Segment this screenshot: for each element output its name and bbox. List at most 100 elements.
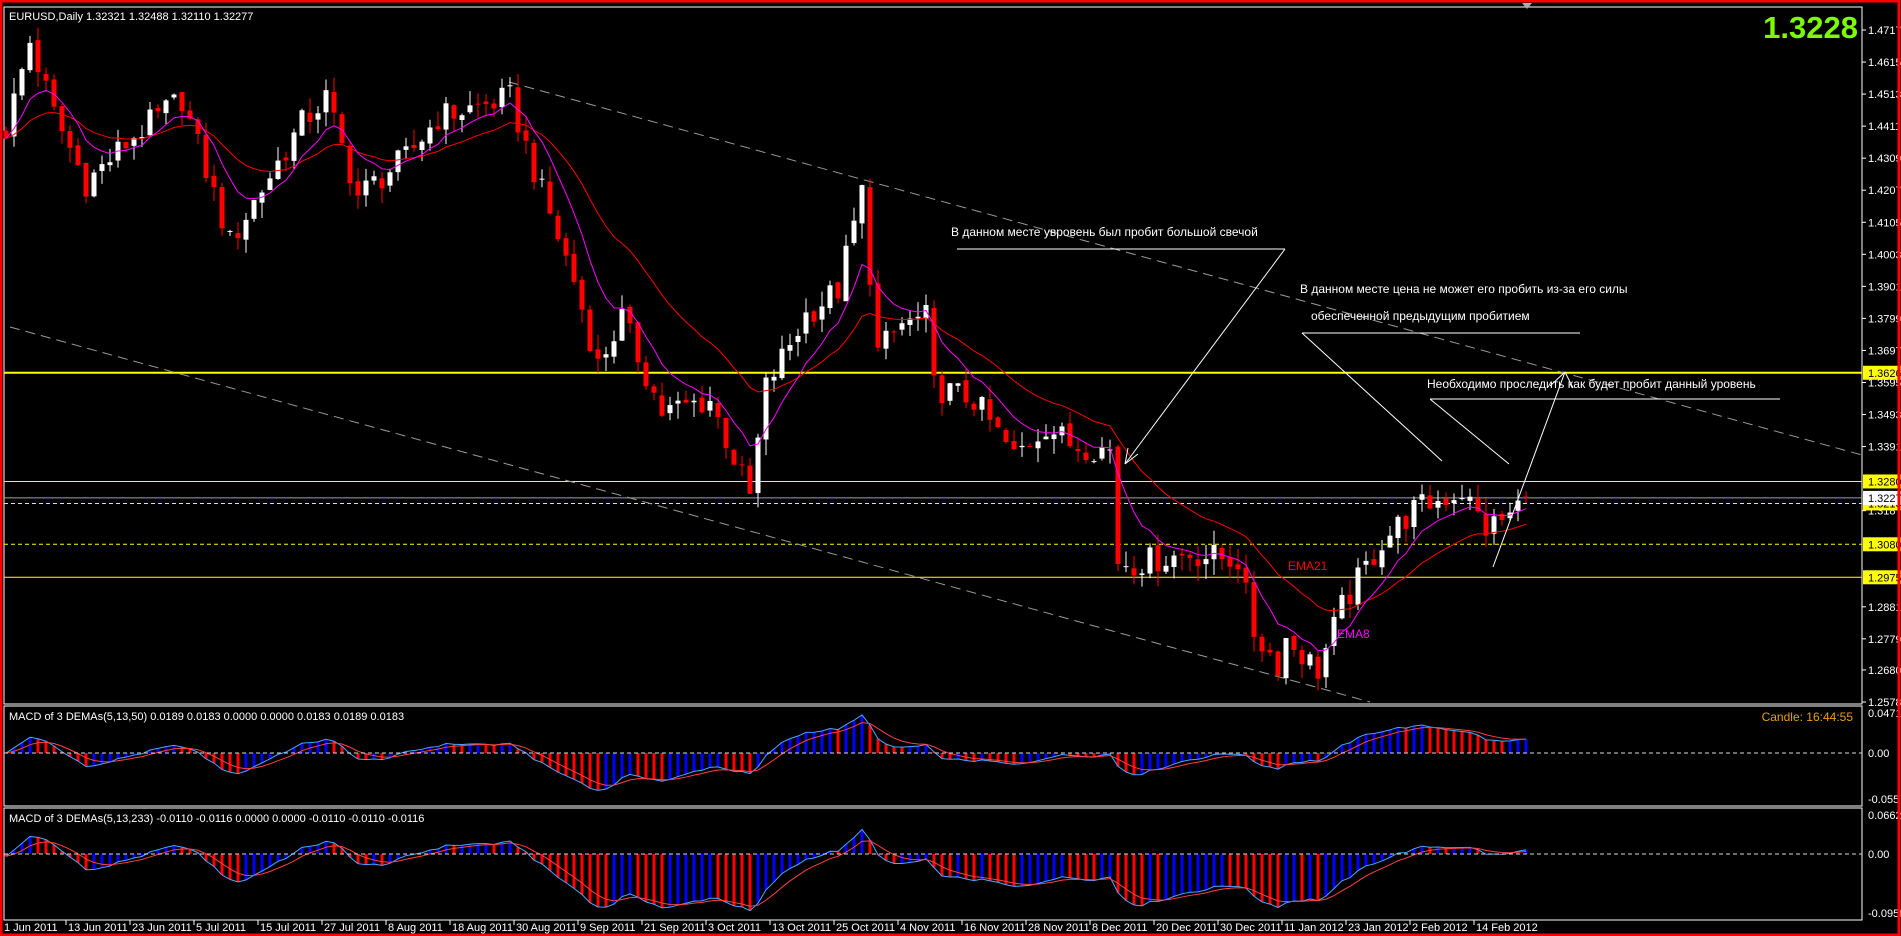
candle-body xyxy=(1043,436,1049,440)
price-tick-label: 1.37990 xyxy=(1868,313,1901,325)
level-price-label: 1.30800 xyxy=(1868,539,1901,551)
candle-body xyxy=(1059,426,1065,436)
candle-body xyxy=(563,238,569,256)
price-tick-label: 1.45130 xyxy=(1868,89,1901,101)
candle-body xyxy=(915,316,921,319)
candle-body xyxy=(499,87,505,108)
candle-body xyxy=(371,176,377,181)
date-tick-label: 30 Dec 2011 xyxy=(1220,922,1282,934)
candle-body xyxy=(1523,496,1529,498)
candle-body xyxy=(1307,654,1313,666)
date-tick-label: 21 Sep 2011 xyxy=(644,922,706,934)
candle-body xyxy=(67,131,73,148)
candle-body xyxy=(739,464,745,466)
candle-body xyxy=(803,312,809,334)
candle-body xyxy=(395,150,401,173)
candle-body xyxy=(595,349,601,359)
candle-body xyxy=(91,172,97,197)
candle-body xyxy=(891,331,897,333)
candle-body xyxy=(251,200,257,219)
candle-body xyxy=(1515,500,1521,511)
candle-body xyxy=(627,306,633,324)
candle-body xyxy=(731,449,737,465)
macd1-title: MACD of 3 DEMAs(5,13,50) 0.0189 0.0183 0… xyxy=(9,711,404,723)
candle-body xyxy=(643,362,649,387)
date-tick-label: 15 Jul 2011 xyxy=(260,922,316,934)
candle xyxy=(587,305,593,353)
candle xyxy=(1003,427,1009,444)
candle-body xyxy=(795,335,801,342)
candle-body xyxy=(523,130,529,141)
candle-body xyxy=(571,253,577,282)
candle-body xyxy=(963,380,969,403)
candle-body xyxy=(1483,514,1489,536)
price-tick-label: 1.36970 xyxy=(1868,345,1901,357)
macd2-title: MACD of 3 DEMAs(5,13,233) -0.0110 -0.011… xyxy=(9,813,424,825)
candle-body xyxy=(1163,565,1169,572)
price-tick-label: 1.40030 xyxy=(1868,249,1901,261)
candle-body xyxy=(1499,513,1505,520)
candle-body xyxy=(155,107,161,112)
candle-body xyxy=(419,141,425,150)
candle-body xyxy=(347,145,353,184)
current-price-label: 1.32277 xyxy=(1868,493,1901,505)
candle-body xyxy=(1075,449,1081,452)
candle-body xyxy=(1107,449,1113,451)
date-tick-label: 18 Aug 2011 xyxy=(452,922,513,934)
price-tick-label: 1.27790 xyxy=(1868,634,1901,646)
candle-body xyxy=(363,180,369,196)
date-tick-label: 11 Jan 2012 xyxy=(1284,922,1344,934)
candle-body xyxy=(491,103,497,109)
candle-body xyxy=(1027,445,1033,447)
candle-body xyxy=(1179,553,1185,556)
candle-body xyxy=(171,94,177,98)
date-tick-label: 5 Jul 2011 xyxy=(196,922,246,934)
candle-body xyxy=(851,220,857,244)
candle-body xyxy=(507,85,513,87)
annotation-text-1[interactable]: В данном месте увровень был пробит больш… xyxy=(951,225,1258,239)
candle-body xyxy=(219,187,225,229)
candle-body xyxy=(723,417,729,448)
candle-body xyxy=(475,103,481,105)
date-tick-label: 14 Feb 2012 xyxy=(1476,922,1538,934)
candle-body xyxy=(1131,568,1137,576)
candle-body xyxy=(1003,429,1009,443)
candle-body xyxy=(611,341,617,357)
candle xyxy=(995,415,1001,429)
candle-body xyxy=(355,181,361,196)
candle-body xyxy=(931,308,937,376)
candle-body xyxy=(691,400,697,403)
candle-body xyxy=(227,231,233,233)
annotation-text-2[interactable]: В данном месте цена не может его пробить… xyxy=(1300,282,1628,296)
candle-body xyxy=(971,403,977,410)
date-tick-label: 13 Oct 2011 xyxy=(772,922,831,934)
candle-body xyxy=(1339,594,1345,619)
date-tick-label: 30 Aug 2011 xyxy=(516,922,577,934)
symbol-ohlc-header: EURUSD,Daily 1.32321 1.32488 1.32110 1.3… xyxy=(9,11,253,23)
candle-body xyxy=(35,40,41,73)
date-tick-label: 16 Nov 2011 xyxy=(964,922,1026,934)
candle-body xyxy=(1371,559,1377,565)
candle-body xyxy=(99,164,105,171)
date-tick-label: 28 Nov 2011 xyxy=(1028,922,1090,934)
price-tick-label: 1.33910 xyxy=(1868,442,1901,454)
candle-body xyxy=(291,132,297,161)
price-tick-label: 1.47170 xyxy=(1868,25,1901,37)
candle-body xyxy=(1083,452,1089,461)
candle-body xyxy=(275,160,281,179)
candle-body xyxy=(955,383,961,386)
candle-body xyxy=(1195,559,1201,567)
candle-body xyxy=(883,330,889,349)
candle xyxy=(299,108,305,137)
candle-body xyxy=(179,92,185,112)
candle-body xyxy=(1211,544,1217,560)
price-tick-label: 1.42070 xyxy=(1868,185,1901,197)
annotation-text-2b[interactable]: обеспеченной предыдущим пробитием xyxy=(1311,309,1530,323)
trading-chart[interactable]: В данном месте увровень был пробит больш… xyxy=(0,0,1901,936)
level-price-label: 1.32800 xyxy=(1868,476,1901,488)
annotation-text-3[interactable]: Необходимо проследить как будет пробит д… xyxy=(1427,377,1756,391)
date-tick-label: 13 Jun 2011 xyxy=(68,922,128,934)
candle-body xyxy=(83,162,89,197)
candle-body xyxy=(1363,560,1369,565)
candle-body xyxy=(443,103,449,130)
